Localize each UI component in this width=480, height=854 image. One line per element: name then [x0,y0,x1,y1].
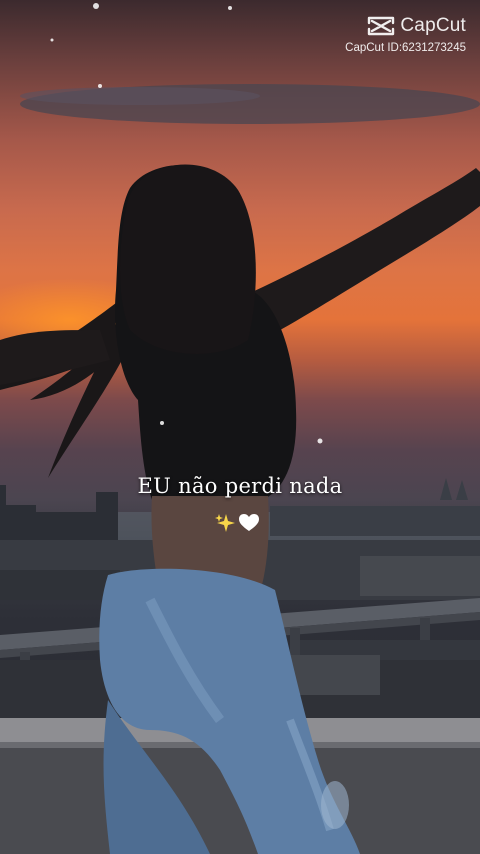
capcut-id: CapCut ID:6231273245 [345,42,466,54]
capcut-brand-name: CapCut [400,15,466,36]
silhouette-figure [114,164,297,500]
scene-illustration [0,3,480,854]
capcut-logo-icon [368,16,395,36]
capcut-brand: CapCut [345,14,466,38]
sparkles-icon [215,514,235,532]
flowing-hair [0,300,124,478]
caption-text: EU não perdi nada [137,474,343,498]
caption-emojis [214,512,260,534]
heart-icon [239,514,259,531]
raised-arm [252,168,480,340]
video-frame: CapCut CapCut ID:6231273245 EU não perdi… [0,0,480,854]
capcut-watermark: CapCut CapCut ID:6231273245 [345,14,466,54]
